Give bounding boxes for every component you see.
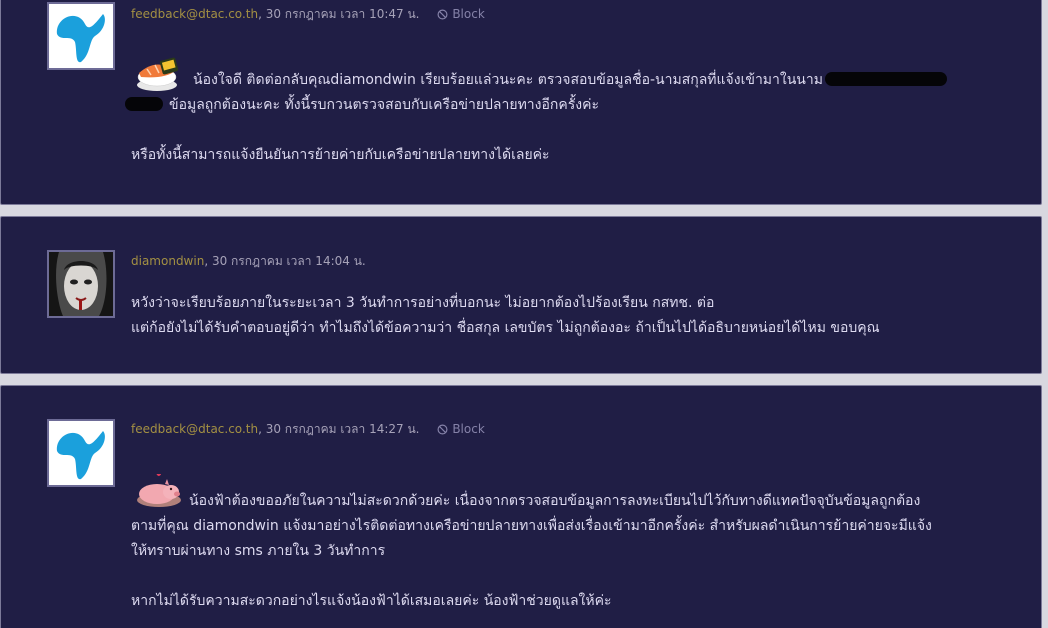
block-button[interactable]: Block bbox=[437, 422, 485, 436]
comment-line: แต่ก้อยังไม่ได้รับคำตอบอยู่ดีว่า ทำไมถึง… bbox=[131, 320, 880, 336]
comment-line: ตามที่คุณ diamondwin แจ้งมาอย่างไรติดต่อ… bbox=[131, 518, 932, 534]
comment-meta: feedback@dtac.co.th, 30 กรกฎาคม เวลา 10:… bbox=[131, 7, 485, 21]
comment-line: หากไม่ได้รับความสะดวกอย่างไรแจ้งน้องฟ้าไ… bbox=[131, 593, 612, 609]
redacted-name bbox=[824, 72, 947, 86]
comment-body: น้องใจดี ติดต่อกลับคุณdiamondwin เรียบร้… bbox=[125, 68, 1021, 168]
comment-line: หวังว่าจะเรียบร้อยภายในระยะเวลา 3 วันทำก… bbox=[131, 295, 715, 311]
comment-body: หวังว่าจะเรียบร้อยภายในระยะเวลา 3 วันทำก… bbox=[131, 291, 1021, 341]
comment-date: 30 กรกฎาคม เวลา 14:27 น. bbox=[265, 422, 420, 436]
block-icon bbox=[437, 9, 448, 20]
dtac-logo-icon bbox=[49, 4, 113, 68]
block-icon bbox=[437, 424, 448, 435]
comment-author[interactable]: feedback@dtac.co.th bbox=[131, 7, 258, 21]
user-avatar[interactable] bbox=[47, 250, 115, 318]
comment-line: น้องฟ้าต้องขออภัยในความไม่สะดวกด้วยค่ะ เ… bbox=[189, 493, 921, 509]
comment-meta: feedback@dtac.co.th, 30 กรกฎาคม เวลา 14:… bbox=[131, 422, 485, 436]
redacted-name bbox=[125, 97, 163, 111]
comment-card: diamondwin, 30 กรกฎาคม เวลา 14:04 น. หวั… bbox=[0, 216, 1042, 374]
user-photo-icon bbox=[49, 252, 113, 316]
comment-date: 30 กรกฎาคม เวลา 14:04 น. bbox=[211, 254, 366, 268]
dtac-avatar[interactable] bbox=[47, 2, 115, 70]
block-label: Block bbox=[452, 7, 485, 21]
comment-body: น้องฟ้าต้องขออภัยในความไม่สะดวกด้วยค่ะ เ… bbox=[131, 489, 1021, 614]
comment-author[interactable]: feedback@dtac.co.th bbox=[131, 422, 258, 436]
comment-meta: diamondwin, 30 กรกฎาคม เวลา 14:04 น. bbox=[131, 254, 366, 268]
comment-line: ให้ทราบผ่านทาง sms ภายใน 3 วันทำการ bbox=[131, 543, 386, 559]
comment-card: feedback@dtac.co.th, 30 กรกฎาคม เวลา 10:… bbox=[0, 0, 1042, 205]
block-label: Block bbox=[452, 422, 485, 436]
comment-date: 30 กรกฎาคม เวลา 10:47 น. bbox=[265, 7, 420, 21]
comment-card: feedback@dtac.co.th, 30 กรกฎาคม เวลา 14:… bbox=[0, 385, 1042, 628]
block-button[interactable]: Block bbox=[437, 7, 485, 21]
dtac-avatar[interactable] bbox=[47, 419, 115, 487]
comment-author[interactable]: diamondwin bbox=[131, 254, 204, 268]
comment-thread: feedback@dtac.co.th, 30 กรกฎาคม เวลา 10:… bbox=[0, 0, 1048, 628]
dtac-logo-icon bbox=[49, 421, 113, 485]
comment-line: หรือทั้งนี้สามารถแจ้งยืนยันการย้ายค่ายกั… bbox=[131, 147, 550, 163]
comment-line: ข้อมูลถูกต้องนะคะ ทั้งนี้รบกวนตรวจสอบกับ… bbox=[169, 97, 599, 113]
comment-line: น้องใจดี ติดต่อกลับคุณdiamondwin เรียบร้… bbox=[193, 72, 823, 88]
